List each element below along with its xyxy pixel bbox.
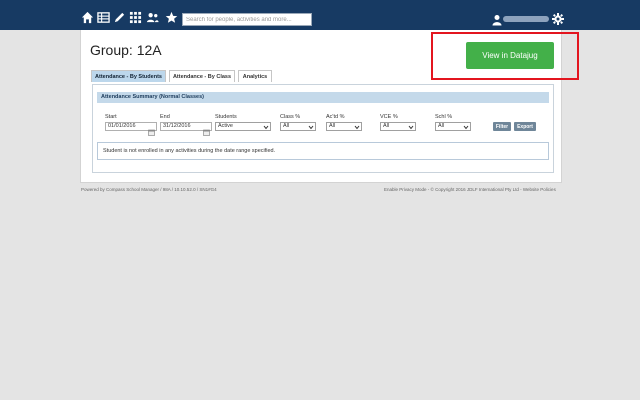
chevron-down-icon bbox=[263, 125, 269, 130]
actd-percent-select-value: All bbox=[329, 123, 336, 129]
schl-percent-select[interactable]: All bbox=[435, 122, 471, 131]
schl-percent-select-value: All bbox=[438, 123, 445, 129]
gear-icon[interactable] bbox=[552, 12, 564, 25]
vce-percent-select-value: All bbox=[383, 123, 390, 129]
main-card: Group: 12A View in Datajug Attendance - … bbox=[80, 30, 579, 183]
search-input[interactable] bbox=[182, 13, 312, 26]
star-icon[interactable] bbox=[164, 10, 178, 24]
apps-icon[interactable] bbox=[128, 10, 142, 24]
actd-percent-select[interactable]: All bbox=[326, 122, 362, 131]
tab-attendance-by-class[interactable]: Attendance - By Class bbox=[169, 70, 235, 82]
students-select-value: Active bbox=[218, 123, 233, 129]
view-in-datajug-button[interactable]: View in Datajug bbox=[466, 42, 554, 69]
vce-percent-label: VCE % bbox=[380, 114, 398, 120]
panel-header: Attendance Summary (Normal Classes) bbox=[97, 92, 549, 103]
top-navigation-bar bbox=[0, 0, 640, 30]
class-percent-select[interactable]: All bbox=[280, 122, 316, 131]
user-icon[interactable] bbox=[492, 13, 502, 26]
schl-percent-label: Schl % bbox=[435, 114, 453, 120]
chevron-down-icon bbox=[408, 125, 414, 130]
vce-percent-select[interactable]: All bbox=[380, 122, 416, 131]
export-button[interactable]: Export bbox=[514, 122, 536, 131]
tab-attendance-by-students[interactable]: Attendance - By Students bbox=[91, 70, 166, 82]
class-percent-label: Class % bbox=[280, 114, 301, 120]
start-label: Start bbox=[105, 114, 117, 120]
calendar-icon[interactable] bbox=[148, 123, 155, 136]
students-label: Students bbox=[215, 114, 237, 120]
actd-percent-label: Ac'td % bbox=[326, 114, 345, 120]
tab-analytics[interactable]: Analytics bbox=[238, 70, 272, 82]
end-label: End bbox=[160, 114, 170, 120]
chevron-down-icon bbox=[308, 125, 314, 130]
calendar-icon[interactable] bbox=[203, 123, 210, 136]
chevron-down-icon bbox=[463, 125, 469, 130]
empty-notice: Student is not enrolled in any activitie… bbox=[97, 142, 549, 160]
filter-button[interactable]: Filter bbox=[493, 122, 511, 131]
home-icon[interactable] bbox=[80, 10, 94, 24]
footer-links[interactable]: Enable Privacy Mode - © Copyright 2016 J… bbox=[384, 187, 556, 192]
students-select[interactable]: Active bbox=[215, 122, 271, 131]
footer-version: Powered by Compass School Manager / 98A … bbox=[81, 187, 217, 192]
user-name-redacted[interactable] bbox=[503, 16, 549, 22]
grid-list-icon[interactable] bbox=[96, 10, 110, 24]
page-title: Group: 12A bbox=[90, 42, 162, 58]
pencil-icon[interactable] bbox=[112, 10, 126, 24]
people-icon[interactable] bbox=[145, 10, 159, 24]
attendance-summary-panel: Attendance Summary (Normal Classes) Star… bbox=[92, 84, 554, 173]
chevron-down-icon bbox=[354, 125, 360, 130]
class-percent-select-value: All bbox=[283, 123, 290, 129]
